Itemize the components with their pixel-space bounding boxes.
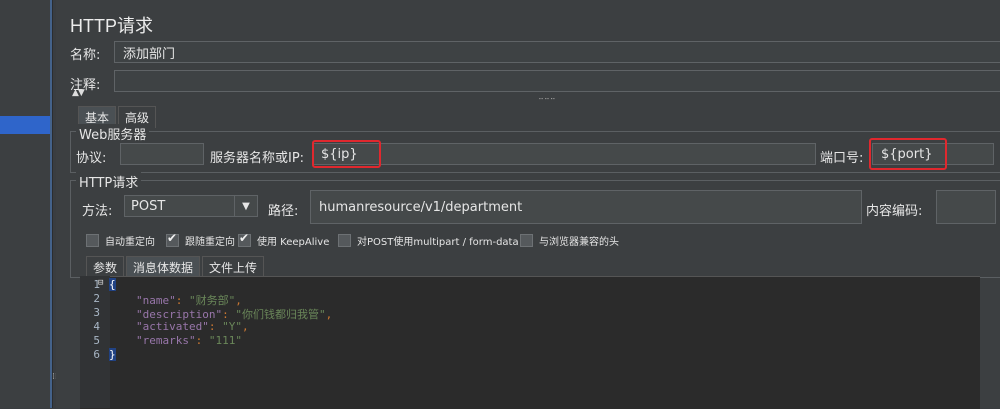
encoding-label: 内容编码: <box>866 204 923 219</box>
resize-handle-icon[interactable]: ⠒⠒⠒ <box>538 95 556 104</box>
path-label: 路径: <box>268 204 299 219</box>
http-request-group-title: HTTP请求 <box>76 172 142 191</box>
line-number: 6 <box>93 348 100 361</box>
tab-parameters[interactable]: 参数 <box>86 256 125 278</box>
protocol-label: 协议: <box>76 151 107 166</box>
server-label: 服务器名称或IP: <box>210 151 305 166</box>
port-highlight-box <box>869 138 947 170</box>
path-input[interactable]: humanresource/v1/department <box>310 190 862 224</box>
checkbox-icon[interactable] <box>520 234 533 247</box>
line-number: 5 <box>93 334 100 347</box>
line-number: 3 <box>93 306 100 319</box>
checkbox-icon[interactable] <box>86 234 99 247</box>
checkbox-checked-icon[interactable] <box>166 231 179 247</box>
port-label: 端口号: <box>820 151 864 166</box>
splitter[interactable] <box>50 0 52 408</box>
comment-input[interactable] <box>114 70 1000 92</box>
fold-toggle-icon[interactable]: ⊟ <box>98 278 103 288</box>
web-server-title: Web服务器 <box>76 124 150 143</box>
name-label: 名称: <box>70 48 101 63</box>
option-auto-redirect[interactable]: 自动重定向 <box>86 233 155 248</box>
server-highlight-box <box>312 140 381 168</box>
method-label: 方法: <box>82 204 113 219</box>
tab-body-data[interactable]: 消息体数据 <box>126 256 201 278</box>
encoding-input[interactable] <box>936 190 996 224</box>
method-select[interactable]: POST ▼ <box>124 195 258 217</box>
body-tabs: 参数 消息体数据 文件上传 <box>86 256 266 278</box>
panel-title: HTTP请求 <box>70 16 153 36</box>
chevron-down-icon[interactable]: ▼ <box>234 196 257 216</box>
line-number: 4 <box>93 320 100 333</box>
line-number: 2 <box>93 292 100 305</box>
option-multipart[interactable]: 对POST使用multipart / form-data <box>338 233 519 248</box>
checkbox-icon[interactable] <box>338 234 351 247</box>
method-value: POST <box>131 198 166 214</box>
tree-selected-item[interactable] <box>0 116 50 134</box>
code-line: "activated": "Y", <box>136 320 249 333</box>
code-close-brace: } <box>109 348 116 361</box>
test-plan-tree: ⁞⁞ <box>0 0 58 408</box>
collapse-arrows-icon[interactable]: ▲▼ <box>72 88 85 98</box>
code-line: "remarks": "111" <box>136 334 242 347</box>
server-input[interactable]: ${ip} <box>312 143 816 165</box>
checkbox-checked-icon[interactable] <box>238 231 251 247</box>
option-keepalive[interactable]: 使用 KeepAlive <box>238 231 329 248</box>
tab-file-upload[interactable]: 文件上传 <box>202 256 265 278</box>
option-follow-redirect[interactable]: 跟随重定向 <box>166 231 235 248</box>
code-open-brace: { <box>109 278 116 291</box>
option-browser-compatible[interactable]: 与浏览器兼容的头 <box>520 233 619 248</box>
name-input[interactable]: 添加部门 <box>114 41 1000 63</box>
protocol-input[interactable] <box>120 143 204 165</box>
